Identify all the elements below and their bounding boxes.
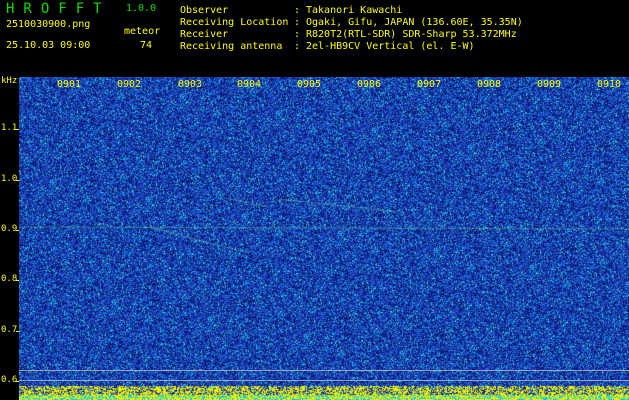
y-tick-mark (16, 280, 19, 281)
spectrogram (19, 77, 629, 400)
meteor-label: meteor (124, 26, 161, 37)
info-value-receiver: R820T2(RTL-SDR) SDR-Sharp 53.372MHz (306, 29, 517, 40)
x-tick-label: 0905 (297, 79, 322, 90)
y-tick-mark (16, 331, 19, 332)
info-sep: : (294, 17, 301, 28)
y-tick-mark (16, 129, 19, 130)
timestamp: 25.10.03 09:00 (6, 40, 91, 51)
info-value-observer: Takanori Kawachi (306, 5, 403, 16)
info-sep: : (294, 5, 301, 16)
app-version: 1.0.0 (126, 3, 157, 14)
x-tick-label: 0902 (117, 79, 142, 90)
info-key-observer: Observer (180, 5, 229, 16)
y-tick-label: 1.0 (1, 174, 18, 184)
y-tick-label: 0.6 (1, 375, 18, 385)
x-tick-label: 0908 (477, 79, 502, 90)
info-key-antenna: Receiving antenna (180, 41, 283, 52)
info-value-antenna: 2el-HB9CV Vertical (el. E-W) (306, 41, 475, 52)
y-tick-label: 0.9 (1, 224, 18, 234)
info-key-receiver: Receiver (180, 29, 229, 40)
meteor-count: 74 (140, 40, 153, 51)
x-tick-label: 0906 (357, 79, 382, 90)
x-tick-label: 0904 (237, 79, 262, 90)
y-axis-unit: kHz (1, 76, 18, 86)
info-key-location: Receiving Location (180, 17, 289, 28)
marker-line (19, 380, 629, 381)
y-tick-mark (16, 180, 19, 181)
info-value-location: Ogaki, Gifu, JAPAN (136.60E, 35.35N) (306, 17, 523, 28)
marker-line (19, 370, 629, 371)
y-tick-label: 0.8 (1, 274, 18, 284)
header-panel: HROFFT 1.0.0 2510030900.png meteor 25.10… (0, 0, 629, 77)
y-tick-label: 1.1 (1, 123, 18, 133)
y-tick-mark (16, 230, 19, 231)
x-tick-label: 0907 (417, 79, 442, 90)
app-title: HROFFT (6, 1, 111, 17)
y-tick-mark (16, 381, 19, 382)
x-tick-label: 0909 (537, 79, 562, 90)
x-tick-label: 0903 (178, 79, 203, 90)
x-tick-label: 0910 (597, 79, 622, 90)
y-tick-label: 0.7 (1, 325, 18, 335)
info-sep: : (294, 41, 301, 52)
info-sep: : (294, 29, 301, 40)
x-tick-label: 0901 (57, 79, 82, 90)
file-name: 2510030900.png (6, 19, 91, 30)
